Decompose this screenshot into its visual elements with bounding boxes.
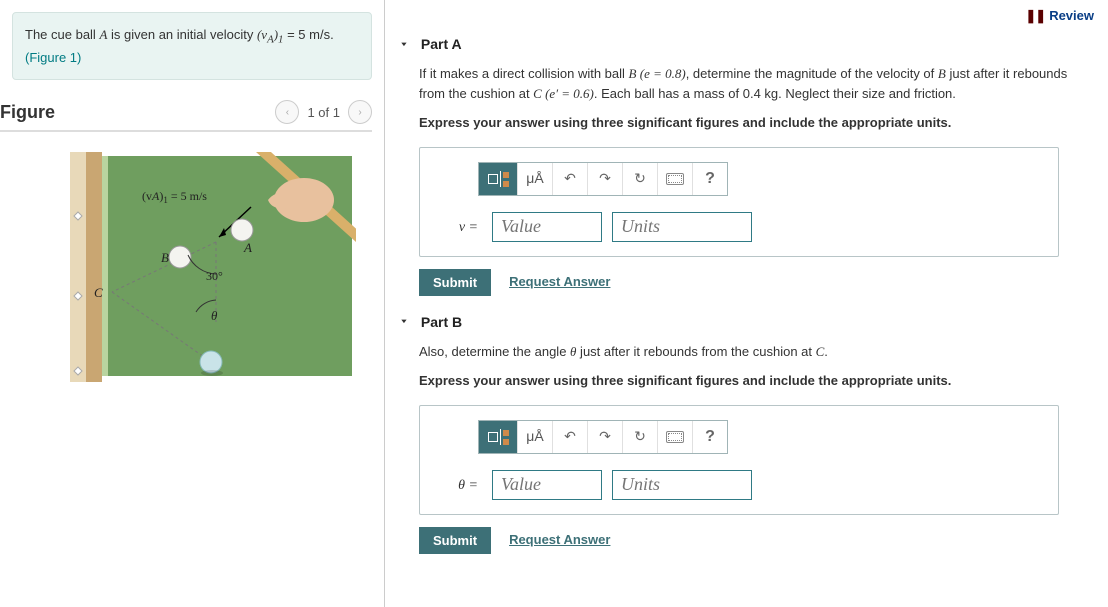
review-icon: ❚❚ [1025,8,1045,23]
part-b-submit-button[interactable]: Submit [419,527,491,554]
caret-down-icon: ▼ [399,318,408,325]
part-a-value-input[interactable] [492,212,602,242]
keyboard-button[interactable] [658,163,693,195]
svg-text:B: B [161,250,169,265]
right-pane: ❚❚Review ▼ Part A If it makes a direct c… [385,0,1108,607]
diagram-svg: (vA)1 = 5 m/s A B C 30° θ [56,152,356,382]
keyboard-icon [666,431,684,443]
part-b-instr: Express your answer using three signific… [419,371,1094,391]
svg-text:A: A [243,240,252,255]
part-b-toolbar: μÅ ↶ ↷ ↻ ? [478,420,728,454]
fraction-icon [488,428,509,445]
svg-text:(vA)1 = 5 m/s: (vA)1 = 5 m/s [142,189,207,205]
part-b-title: Part B [421,314,462,330]
part-b-header[interactable]: ▼ Part B [399,314,1094,330]
part-a-toolbar: μÅ ↶ ↷ ↻ ? [478,162,728,196]
left-pane: The cue ball A is given an initial veloc… [0,0,385,607]
fraction-icon [488,170,509,187]
fraction-tool-button[interactable] [479,421,518,453]
reset-button[interactable]: ↻ [623,421,658,453]
figure-section: Figure ‹ 1 of 1 › [0,92,384,382]
prev-figure-button[interactable]: ‹ [275,100,299,124]
part-b-var-label: θ = [438,474,482,496]
keyboard-icon [666,173,684,185]
part-b: ▼ Part B Also, determine the angle θ jus… [399,314,1094,554]
part-b-answer-box: μÅ ↶ ↷ ↻ ? θ = [419,405,1059,515]
next-figure-button[interactable]: › [348,100,372,124]
part-b-value-input[interactable] [492,470,602,500]
app-container: The cue ball A is given an initial veloc… [0,0,1108,607]
keyboard-button[interactable] [658,421,693,453]
figure-header: Figure ‹ 1 of 1 › [0,100,372,132]
figure-link[interactable]: (Figure 1) [25,50,81,65]
review-link[interactable]: ❚❚Review [399,8,1094,28]
caret-down-icon: ▼ [399,41,408,48]
redo-button[interactable]: ↷ [588,163,623,195]
part-a-answer-box: μÅ ↶ ↷ ↻ ? v = [419,147,1059,257]
part-a-var-label: v = [438,216,482,238]
problem-statement: The cue ball A is given an initial veloc… [12,12,372,80]
stmt-text: The cue ball A is given an initial veloc… [25,27,334,42]
units-tool-button[interactable]: μÅ [518,421,553,453]
figure-title: Figure [0,102,55,123]
figure-image: (vA)1 = 5 m/s A B C 30° θ [0,144,372,382]
svg-text:30°: 30° [206,269,223,283]
figure-pager: ‹ 1 of 1 › [275,100,372,124]
pager-text: 1 of 1 [307,105,340,120]
part-a: ▼ Part A If it makes a direct collision … [399,36,1094,296]
part-a-title: Part A [421,36,462,52]
redo-button[interactable]: ↷ [588,421,623,453]
part-a-submit-button[interactable]: Submit [419,269,491,296]
part-a-header[interactable]: ▼ Part A [399,36,1094,52]
part-b-request-answer-link[interactable]: Request Answer [509,530,610,550]
part-a-request-answer-link[interactable]: Request Answer [509,272,610,292]
svg-text:θ: θ [211,308,218,323]
reset-button[interactable]: ↻ [623,163,658,195]
part-a-input-row: v = [438,212,1040,242]
undo-button[interactable]: ↶ [553,421,588,453]
part-b-units-input[interactable] [612,470,752,500]
part-b-body: Also, determine the angle θ just after i… [419,342,1094,554]
part-b-input-row: θ = [438,470,1040,500]
svg-text:C: C [94,285,103,300]
units-tool-button[interactable]: μÅ [518,163,553,195]
part-a-units-input[interactable] [612,212,752,242]
help-button[interactable]: ? [693,163,727,195]
part-a-instr: Express your answer using three signific… [419,113,1094,133]
part-b-submit-row: Submit Request Answer [419,527,1094,554]
help-button[interactable]: ? [693,421,727,453]
fraction-tool-button[interactable] [479,163,518,195]
part-a-submit-row: Submit Request Answer [419,269,1094,296]
undo-button[interactable]: ↶ [553,163,588,195]
part-a-body: If it makes a direct collision with ball… [419,64,1094,296]
